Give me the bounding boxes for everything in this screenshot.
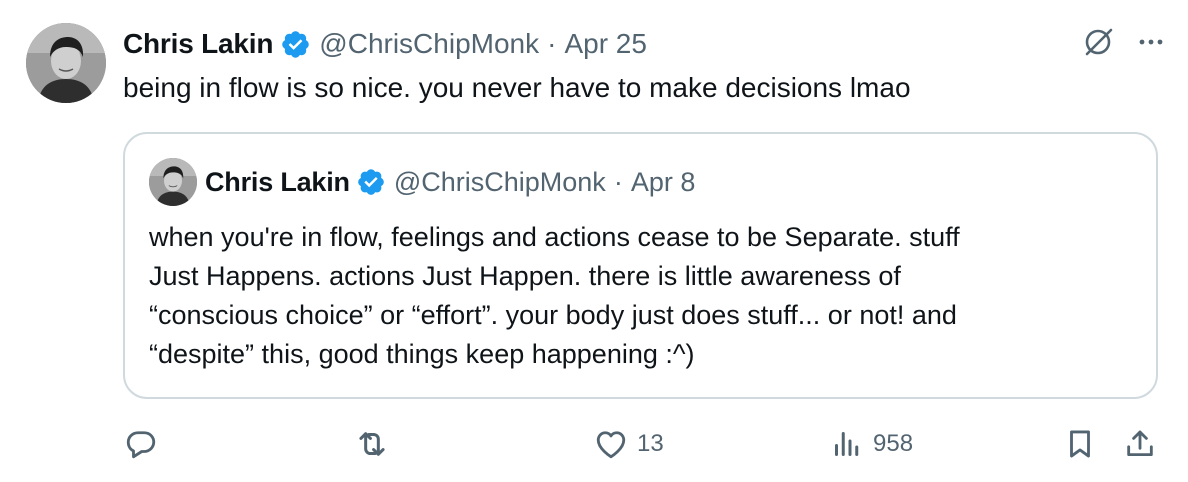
quoted-tweet-text: when you're in flow, feelings and action… [149,222,960,369]
more-dots-icon[interactable] [1136,27,1166,57]
author-handle[interactable]: @ChrisChipMonk [319,28,539,60]
quoted-author-name: Chris Lakin [205,166,350,197]
quoted-author-handle: @ChrisChipMonk [393,166,606,197]
retweet-button[interactable] [353,420,399,468]
views-icon [829,426,865,462]
verified-badge-icon [356,167,386,197]
heart-icon [593,426,629,462]
separator-dot: · [613,166,623,197]
quoted-tweet-date: Apr 8 [630,166,696,197]
tweet-header: Chris Lakin @ChrisChipMonk · Apr 25 [123,24,647,64]
quoted-tweet-card[interactable]: Chris Lakin @ChrisChipMonk · Apr 8 when … [123,132,1158,399]
share-icon [1123,426,1157,462]
views-button[interactable]: 958 [829,420,913,468]
bookmark-icon [1063,426,1097,462]
quoted-author-avatar [149,158,197,206]
tweet-text: being in flow is so nice. you never have… [123,72,911,103]
author-avatar[interactable] [26,23,106,103]
share-button[interactable] [1123,420,1157,468]
grok-icon[interactable] [1080,24,1116,60]
retweet-icon [353,425,391,463]
reply-button[interactable] [123,420,167,468]
reply-icon [123,426,159,462]
verified-badge-icon[interactable] [280,29,311,60]
like-count: 13 [637,430,664,457]
quoted-tweet-header: Chris Lakin @ChrisChipMonk · Apr 8 [205,162,695,202]
top-right-icons [1080,24,1166,60]
author-name[interactable]: Chris Lakin [123,28,273,60]
view-count: 958 [873,430,914,457]
bookmark-button[interactable] [1063,420,1097,468]
separator-dot: · [547,28,557,59]
action-bar: 13 958 [123,420,1163,468]
like-button[interactable]: 13 [593,420,664,468]
tweet-date[interactable]: Apr 25 [564,28,647,60]
